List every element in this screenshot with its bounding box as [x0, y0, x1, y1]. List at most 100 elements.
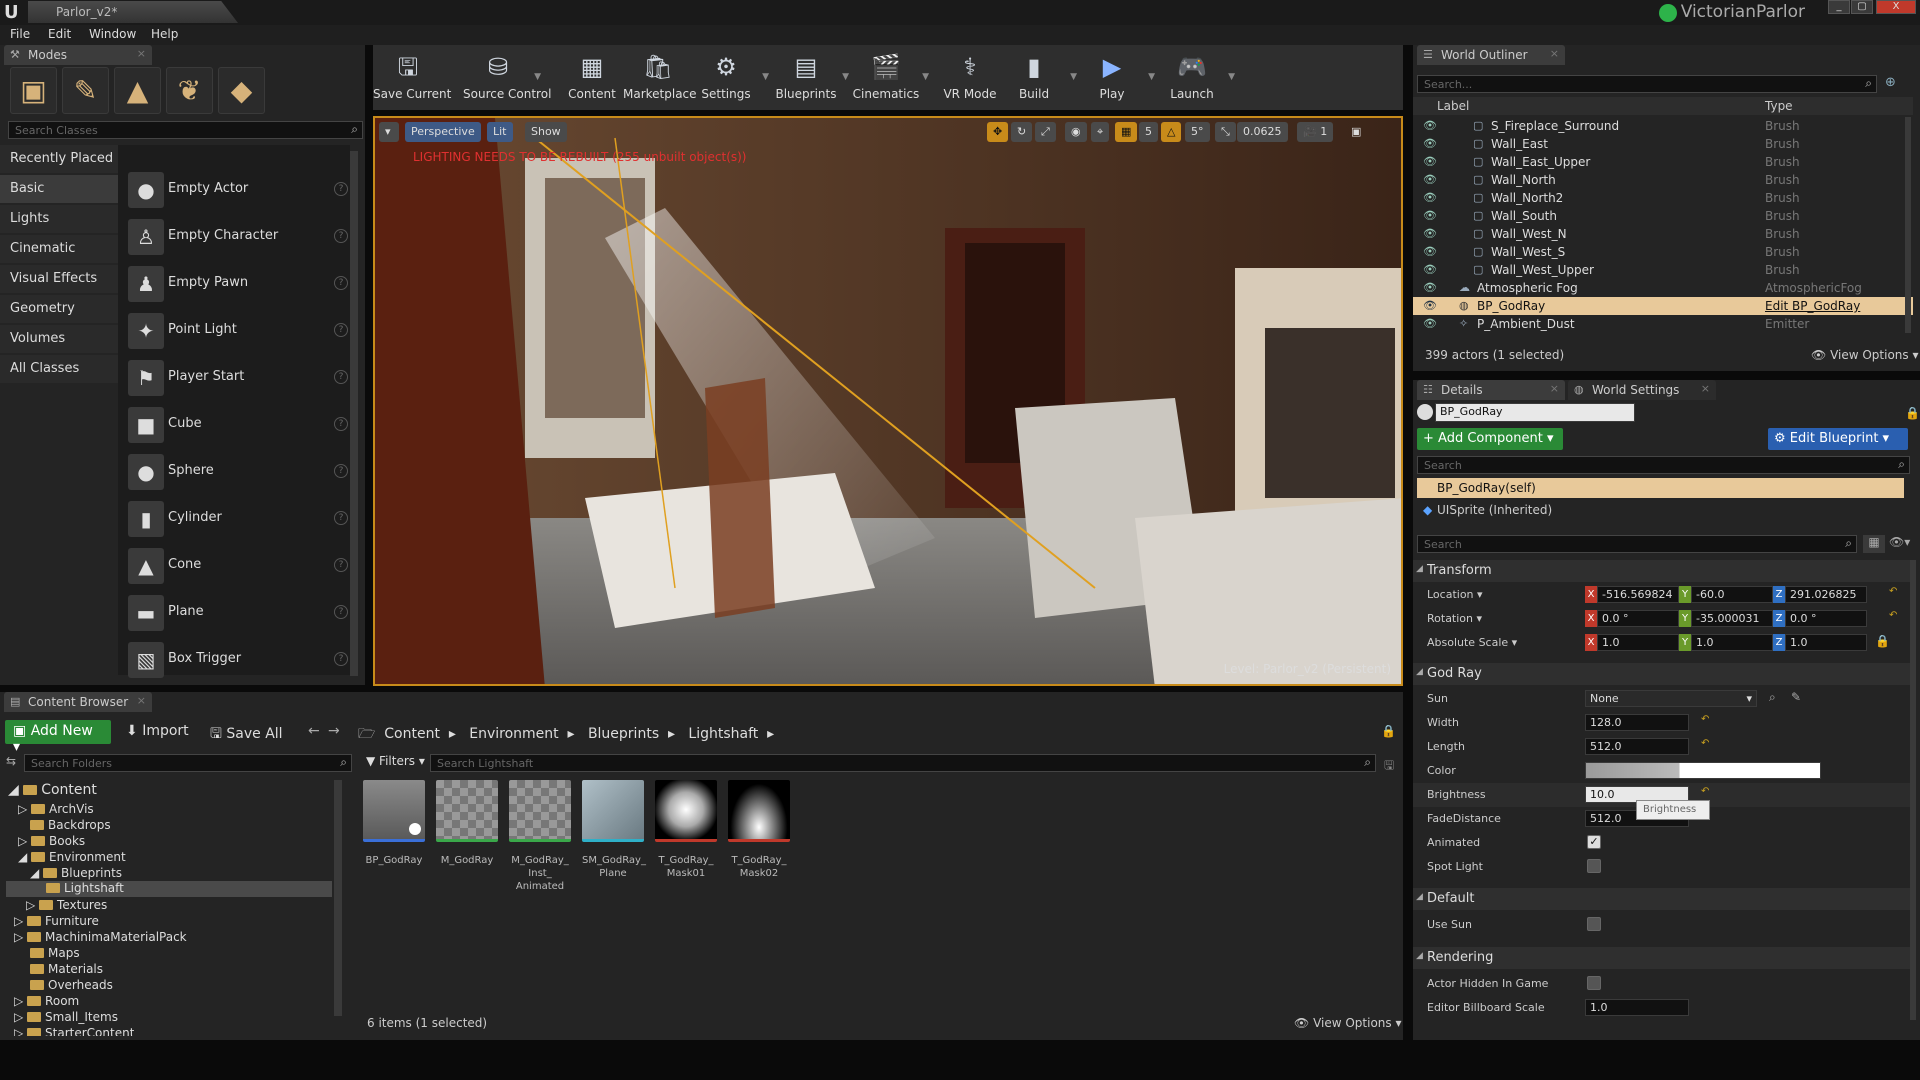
- dropdown-arrow-icon[interactable]: ▼: [1070, 72, 1077, 82]
- rotation-label[interactable]: Rotation ▾: [1427, 612, 1482, 625]
- length-field[interactable]: 512.0: [1585, 738, 1689, 755]
- component-self-row[interactable]: BP_GodRay(self): [1417, 478, 1904, 498]
- use-sun-checkbox[interactable]: [1587, 917, 1601, 931]
- help-icon[interactable]: ?: [334, 417, 348, 431]
- add-new-button[interactable]: ▣ Add New ▾: [5, 720, 111, 755]
- eye-icon[interactable]: 👁: [1423, 173, 1437, 186]
- menu-window[interactable]: Window: [89, 27, 136, 41]
- close-icon[interactable]: ×: [1550, 382, 1559, 395]
- launch-button[interactable]: 🎮 Launch ▼: [1157, 48, 1235, 108]
- location-x-field[interactable]: -516.569824: [1597, 586, 1679, 603]
- rotation-z-field[interactable]: 0.0 °: [1785, 610, 1867, 627]
- grid-snap-value[interactable]: 5: [1139, 122, 1158, 142]
- import-button[interactable]: ⬇ Import: [118, 720, 197, 744]
- category-all-classes[interactable]: All Classes: [0, 355, 118, 383]
- eye-icon[interactable]: 👁: [1423, 245, 1437, 258]
- class-item[interactable]: ✦ Point Light?: [124, 310, 350, 352]
- content-button[interactable]: ▦ Content: [557, 48, 627, 108]
- location-label[interactable]: Location ▾: [1427, 588, 1483, 601]
- folder-tree-scrollbar[interactable]: [334, 780, 342, 1016]
- category-geometry[interactable]: Geometry: [0, 295, 118, 323]
- outliner-row[interactable]: 👁 ✧ P_Ambient_Dust Emitter: [1413, 315, 1913, 333]
- component-search-input[interactable]: Search ⌕: [1417, 456, 1910, 474]
- edit-blueprint-link[interactable]: Edit BP_GodRay: [1765, 299, 1860, 313]
- help-icon[interactable]: ?: [334, 605, 348, 619]
- tab-content-browser[interactable]: ▤ Content Browser ×: [4, 692, 152, 712]
- help-icon[interactable]: ?: [334, 464, 348, 478]
- color-swatch[interactable]: [1585, 762, 1821, 779]
- category-cinematic[interactable]: Cinematic: [0, 235, 118, 263]
- add-actor-icon[interactable]: ⊕: [1885, 75, 1896, 90]
- lit-button[interactable]: Lit: [487, 122, 513, 142]
- folder-item[interactable]: Materials: [30, 962, 103, 976]
- breadcrumb-item[interactable]: Blueprints: [588, 726, 659, 742]
- lock-icon[interactable]: 🔒: [1381, 724, 1396, 738]
- vr-mode-button[interactable]: ⚕ VR Mode: [935, 48, 1005, 108]
- eye-icon[interactable]: 👁: [1423, 191, 1437, 204]
- save-search-icon[interactable]: 🖫: [1384, 756, 1394, 777]
- geometry-mode-icon[interactable]: ◆: [218, 67, 265, 114]
- marketplace-button[interactable]: 🛍 Marketplace: [623, 48, 697, 108]
- section-god-ray[interactable]: ◢ God Ray: [1413, 663, 1913, 685]
- scale-x-field[interactable]: 1.0: [1597, 634, 1679, 651]
- section-transform[interactable]: ◢ Transform: [1413, 560, 1913, 582]
- landscape-mode-icon[interactable]: ▲: [114, 67, 161, 114]
- sun-dropdown[interactable]: None ▾: [1585, 690, 1757, 707]
- settings-button[interactable]: ⚙ Settings ▼: [691, 48, 769, 108]
- rotation-snap-icon[interactable]: △: [1161, 122, 1182, 142]
- sources-toggle-icon[interactable]: ⇆: [6, 754, 16, 768]
- content-view-options-button[interactable]: 👁 View Options ▾: [1294, 1016, 1402, 1030]
- dropdown-arrow-icon[interactable]: ▼: [534, 72, 541, 82]
- breadcrumb-item[interactable]: Environment: [469, 726, 558, 742]
- source-control-button[interactable]: ⛁ Source Control ▼: [463, 48, 551, 108]
- browse-icon[interactable]: ⌕: [1769, 690, 1776, 705]
- rotation-x-field[interactable]: 0.0 °: [1597, 610, 1679, 627]
- lock-icon[interactable]: 🔒: [1905, 406, 1920, 420]
- reset-icon[interactable]: ↶: [1701, 714, 1709, 725]
- add-component-button[interactable]: + Add Component ▾: [1417, 428, 1563, 450]
- cinematics-button[interactable]: 🎬 Cinematics ▼: [851, 48, 929, 108]
- outliner-row[interactable]: 👁 ▢ Wall_South Brush: [1413, 207, 1913, 225]
- section-rendering[interactable]: ◢ Rendering: [1413, 947, 1913, 969]
- class-item[interactable]: ♟ Empty Pawn?: [124, 263, 350, 305]
- col-type[interactable]: Type: [1765, 99, 1793, 113]
- rotation-snap-value[interactable]: 5°: [1185, 122, 1210, 142]
- dropdown-arrow-icon[interactable]: ▼: [842, 72, 849, 82]
- reset-icon[interactable]: ↶: [1889, 610, 1897, 621]
- build-button[interactable]: ▮ Build ▼: [999, 48, 1077, 108]
- eye-icon[interactable]: 👁: [1423, 137, 1437, 150]
- class-item[interactable]: ▧ Box Trigger?: [124, 639, 350, 681]
- category-basic[interactable]: Basic: [0, 175, 118, 203]
- eye-icon[interactable]: 👁: [1423, 317, 1437, 330]
- billboard-scale-field[interactable]: 1.0: [1585, 999, 1689, 1016]
- translate-tool-icon[interactable]: ✥: [987, 122, 1009, 142]
- help-icon[interactable]: ?: [334, 276, 348, 290]
- class-item[interactable]: ♙ Empty Character?: [124, 216, 350, 258]
- asset-tile[interactable]: T_GodRay_ Mask02: [728, 780, 790, 900]
- blueprints-button[interactable]: ▤ Blueprints ▼: [771, 48, 849, 108]
- picker-icon[interactable]: ✎: [1791, 690, 1801, 704]
- col-label[interactable]: Label: [1437, 99, 1469, 113]
- folder-item[interactable]: ▷ Books: [18, 834, 85, 848]
- class-item[interactable]: ⚑ Player Start?: [124, 357, 350, 399]
- location-y-field[interactable]: -60.0: [1691, 586, 1773, 603]
- folder-item[interactable]: ◢ Environment: [18, 850, 126, 864]
- search-folders-input[interactable]: Search Folders ⌕: [24, 754, 352, 772]
- help-icon[interactable]: ?: [334, 558, 348, 572]
- tab-modes[interactable]: ⚒ Modes ×: [4, 45, 152, 65]
- help-icon[interactable]: ?: [334, 652, 348, 666]
- width-field[interactable]: 128.0: [1585, 714, 1689, 731]
- level-document-tab[interactable]: Parlor_v2*: [28, 1, 238, 23]
- asset-tile[interactable]: M_GodRay: [436, 780, 498, 900]
- class-item[interactable]: ▮ Cylinder?: [124, 498, 350, 540]
- outliner-row[interactable]: 👁 ▢ Wall_West_Upper Brush: [1413, 261, 1913, 279]
- foliage-mode-icon[interactable]: ❦: [166, 67, 213, 114]
- scale-tool-icon[interactable]: ⤢: [1035, 122, 1056, 142]
- scale-lock-icon[interactable]: 🔒: [1875, 634, 1890, 648]
- breadcrumb-item[interactable]: Content: [384, 726, 440, 742]
- animated-checkbox[interactable]: ✓: [1587, 835, 1601, 849]
- outliner-search-input[interactable]: Search... ⌕: [1417, 75, 1877, 93]
- asset-tile[interactable]: SM_GodRay_ Plane: [582, 780, 646, 900]
- reset-icon[interactable]: ↶: [1701, 738, 1709, 749]
- dropdown-arrow-icon[interactable]: ▼: [922, 72, 929, 82]
